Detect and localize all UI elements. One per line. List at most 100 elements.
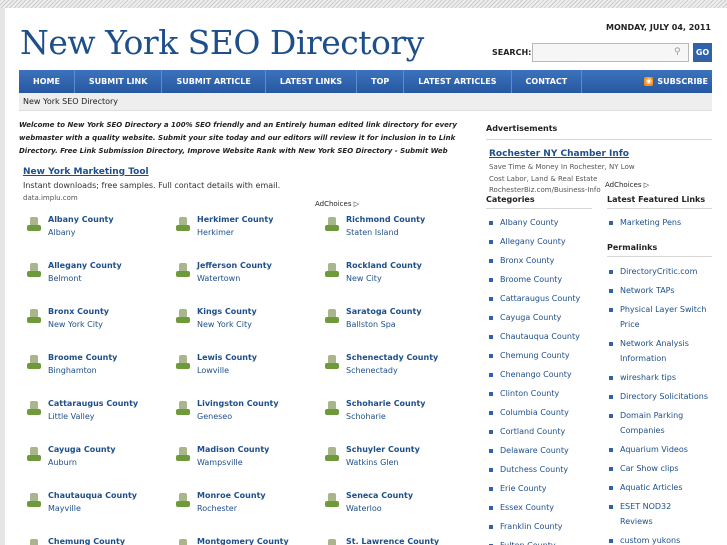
county-link[interactable]: Seneca County: [346, 491, 413, 500]
county-link[interactable]: Rockland County: [346, 261, 422, 270]
nav-home[interactable]: HOME: [19, 70, 75, 93]
intro-text: Welcome to New York SEO Directory a 100%…: [19, 121, 457, 155]
category-link[interactable]: Delaware County: [500, 443, 569, 458]
nav-submit-link[interactable]: SUBMIT LINK: [75, 70, 163, 93]
county-link[interactable]: Allegany County: [48, 261, 122, 270]
search-input[interactable]: ⚲: [532, 43, 689, 62]
county-seat: Waterloo: [346, 504, 382, 513]
county-link[interactable]: Saratoga County: [346, 307, 422, 316]
bullet-icon: [489, 430, 493, 434]
featured-link[interactable]: Marketing Pens: [620, 215, 681, 230]
rss-icon: ◉: [644, 77, 654, 86]
county-link[interactable]: Chautauqua County: [48, 491, 137, 500]
county-item: Herkimer County Herkimer: [176, 215, 316, 245]
county-seat: Auburn: [48, 458, 77, 467]
categories-rule: [486, 208, 592, 209]
category-link[interactable]: Fulton County: [500, 538, 556, 545]
county-item: Montgomery County: [176, 537, 316, 545]
bullet-icon: [489, 411, 493, 415]
category-link[interactable]: Broome County: [500, 272, 562, 287]
county-seat: Little Valley: [48, 412, 95, 421]
county-link[interactable]: Herkimer County: [197, 215, 273, 224]
county-link[interactable]: Albany County: [48, 215, 114, 224]
nav-latest-articles[interactable]: LATEST ARTICLES: [404, 70, 512, 93]
sidebar-ad-title[interactable]: Rochester NY Chamber Info: [489, 149, 629, 159]
category-link[interactable]: Erie County: [500, 481, 547, 496]
county-link[interactable]: Madison County: [197, 445, 269, 454]
category-link[interactable]: Cortland County: [500, 424, 565, 439]
county-seat: Herkimer: [197, 228, 235, 237]
county-item: Kings County New York City: [176, 307, 316, 337]
map-pin-icon: [176, 401, 190, 415]
category-link[interactable]: Franklin County: [500, 519, 562, 534]
sidebar-ad-url[interactable]: RochesterBiz.com/Business-Info: [489, 186, 601, 194]
category-link[interactable]: Bronx County: [500, 253, 554, 268]
sidebar-ad-line-1: Save Time & Money In Rochester, NY Low: [489, 163, 635, 171]
permalink-line: Aquarium Videos: [620, 445, 688, 454]
category-link[interactable]: Essex County: [500, 500, 554, 515]
county-link[interactable]: Monroe County: [197, 491, 266, 500]
search-go-button[interactable]: GO: [693, 43, 712, 62]
permalink-line: Aquatic Articles: [620, 483, 683, 492]
bullet-icon: [489, 392, 493, 396]
sidebar-adchoices-link[interactable]: AdChoices ▷: [605, 181, 649, 189]
category-link[interactable]: Chautauqua County: [500, 329, 580, 344]
adchoices-link[interactable]: AdChoices ▷: [315, 200, 359, 208]
county-seat: New York City: [48, 320, 103, 329]
county-item: Chautauqua County Mayville: [27, 491, 167, 521]
permalink-line: Car Show clips: [620, 464, 679, 473]
bullet-icon: [609, 539, 613, 543]
category-link[interactable]: Chenango County: [500, 367, 572, 382]
bullet-icon: [489, 373, 493, 377]
county-item: Schoharie County Schoharie: [325, 399, 465, 429]
category-link[interactable]: Columbia County: [500, 405, 569, 420]
permalink-line: Information: [620, 354, 667, 363]
county-link[interactable]: St. Lawrence County: [346, 537, 439, 545]
nav-submit-article[interactable]: SUBMIT ARTICLE: [162, 70, 266, 93]
category-link[interactable]: Cattaraugus County: [500, 291, 580, 306]
county-link[interactable]: Kings County: [197, 307, 257, 316]
county-link[interactable]: Cattaraugus County: [48, 399, 138, 408]
county-item: Allegany County Belmont: [27, 261, 167, 291]
ad-main-url[interactable]: data.implu.com: [23, 194, 78, 202]
county-link[interactable]: Schuyler County: [346, 445, 420, 454]
map-pin-icon: [325, 263, 339, 277]
county-link[interactable]: Livingston County: [197, 399, 279, 408]
category-link[interactable]: Albany County: [500, 215, 559, 230]
nav-top[interactable]: TOP: [357, 70, 405, 93]
county-link[interactable]: Broome County: [48, 353, 117, 362]
nav-contact[interactable]: CONTACT: [512, 70, 583, 93]
bullet-icon: [489, 259, 493, 263]
map-pin-icon: [325, 217, 339, 231]
county-link[interactable]: Jefferson County: [197, 261, 272, 270]
bullet-icon: [489, 297, 493, 301]
category-link[interactable]: Chemung County: [500, 348, 570, 363]
map-pin-icon: [27, 539, 41, 545]
county-link[interactable]: Cayuga County: [48, 445, 116, 454]
county-link[interactable]: Bronx County: [48, 307, 109, 316]
county-link[interactable]: Richmond County: [346, 215, 425, 224]
page-left-edge: [0, 8, 5, 545]
bullet-icon: [609, 270, 613, 274]
category-link[interactable]: Dutchess County: [500, 462, 568, 477]
county-link[interactable]: Montgomery County: [197, 537, 289, 545]
county-link[interactable]: Chemung County: [48, 537, 125, 545]
category-link[interactable]: Clinton County: [500, 386, 559, 401]
nav-subscribe[interactable]: ◉ SUBSCRIBE: [644, 70, 708, 93]
site-title[interactable]: New York SEO Directory: [20, 23, 424, 62]
bullet-icon: [609, 448, 613, 452]
categories-heading: Categories: [486, 195, 535, 204]
county-link[interactable]: Schenectady County: [346, 353, 438, 362]
map-pin-icon: [176, 217, 190, 231]
breadcrumb: New York SEO Directory: [19, 93, 712, 111]
county-link[interactable]: Schoharie County: [346, 399, 425, 408]
permalink-line: DirectoryCritic.com: [620, 267, 698, 276]
ad-main-title[interactable]: New York Marketing Tool: [23, 167, 149, 177]
category-link[interactable]: Cayuga County: [500, 310, 561, 325]
county-item: Chemung County: [27, 537, 167, 545]
county-item: Albany County Albany: [27, 215, 167, 245]
permalink-line: wireshark tips: [620, 373, 677, 382]
county-link[interactable]: Lewis County: [197, 353, 257, 362]
category-link[interactable]: Allegany County: [500, 234, 566, 249]
nav-latest-links[interactable]: LATEST LINKS: [266, 70, 358, 93]
